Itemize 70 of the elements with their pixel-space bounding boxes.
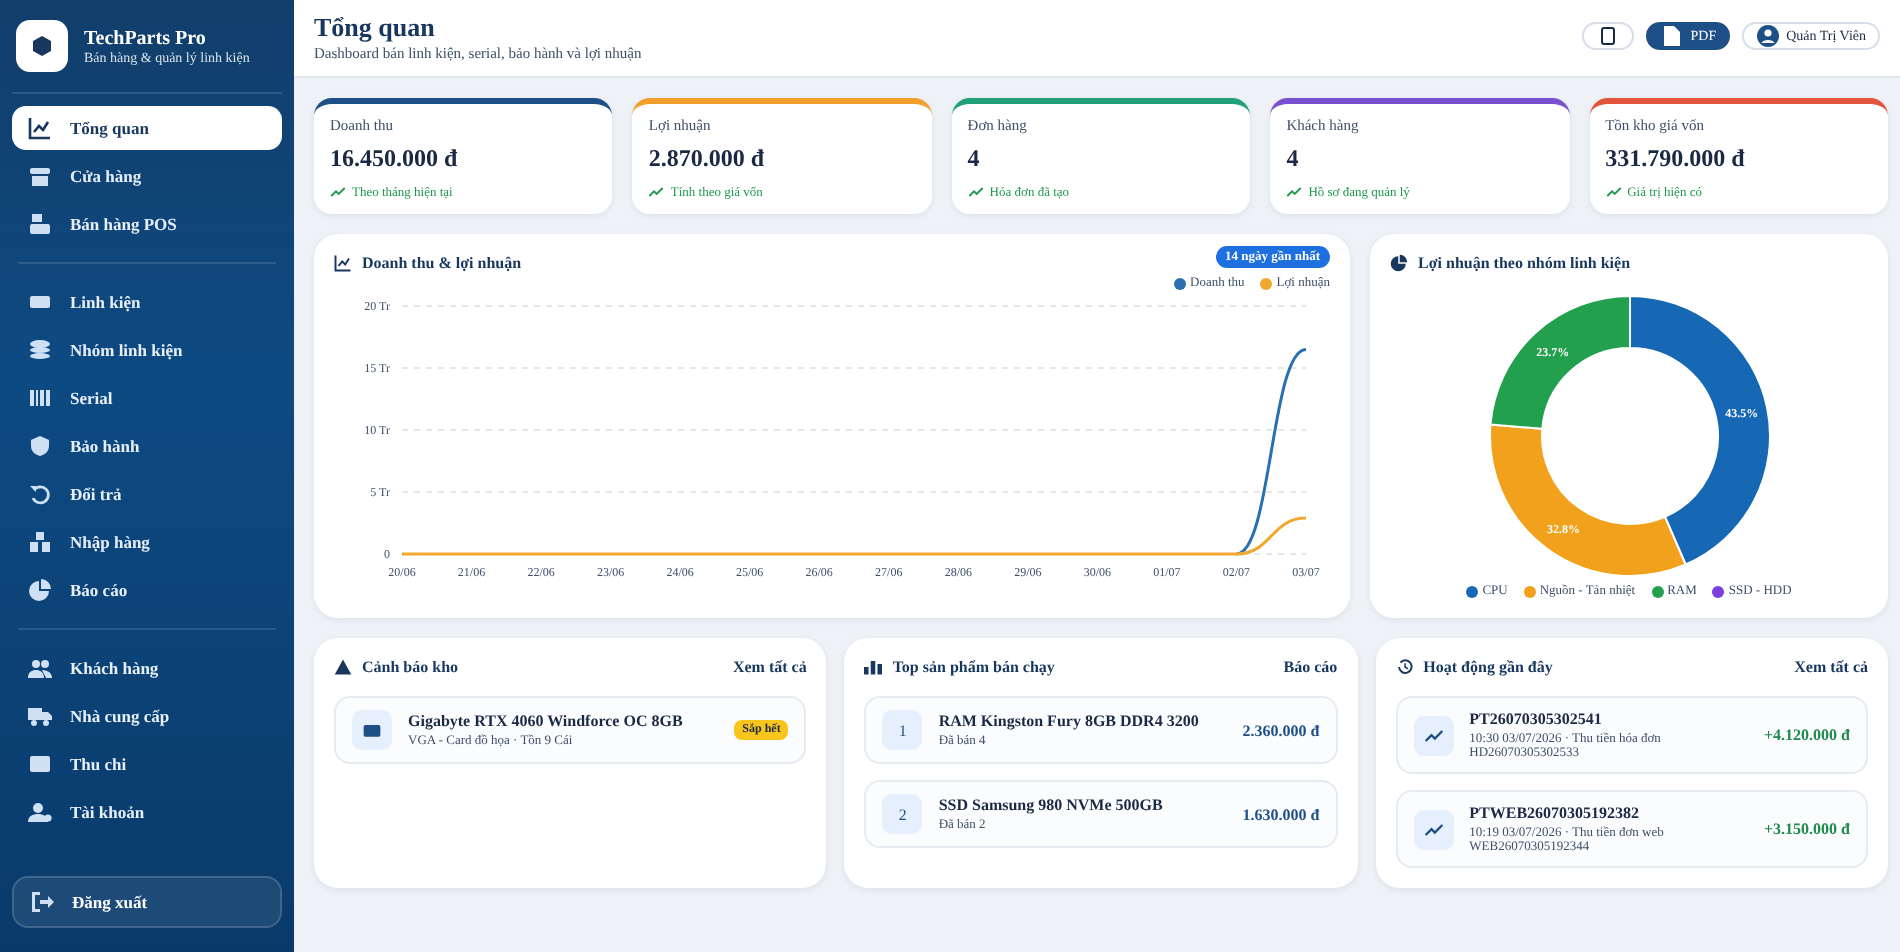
nav-item[interactable]: Khách hàng	[12, 646, 282, 690]
boxes-icon	[28, 530, 52, 554]
trend-icon	[648, 184, 665, 200]
trend-icon	[330, 184, 346, 200]
amount: +3.150.000 đ	[1763, 820, 1850, 838]
document-icon	[1660, 24, 1685, 48]
card-title: Lợi nhuận theo nhóm linh kiện	[1418, 254, 1631, 272]
brand-name: TechParts Pro	[84, 27, 208, 49]
product-name: Gigabyte RTX 4060 Windforce OC 8GB	[408, 712, 685, 730]
nav-item[interactable]: Tài khoản	[12, 790, 282, 834]
amount: 2.360.000 đ	[1242, 721, 1320, 739]
card-title: Hoạt động gần đây	[1423, 658, 1553, 676]
card-title: Doanh thu & lợi nhuận	[362, 254, 522, 272]
layers-icon	[28, 338, 52, 362]
trend-icon	[1423, 819, 1444, 839]
card-title: Cảnh báo kho	[362, 658, 459, 676]
nav-item[interactable]: Nhập hàng	[12, 520, 282, 564]
card-link[interactable]: Xem tất cả	[732, 658, 807, 676]
users-icon	[28, 656, 52, 680]
undo-icon	[28, 482, 52, 506]
line-chart-icon	[334, 254, 352, 272]
barcode-icon	[28, 386, 52, 410]
card-link[interactable]: Báo cáo	[1283, 658, 1338, 676]
nav-item[interactable]: Nhóm linh kiện	[12, 328, 282, 372]
stat-value: 331.790.000 đ	[1605, 144, 1747, 174]
logout-button[interactable]: Đăng xuất	[12, 876, 282, 928]
rank-number: 1	[882, 710, 923, 750]
trend-icon	[967, 184, 984, 200]
nav-item[interactable]: Nhà cung cấp	[12, 694, 282, 738]
store-icon	[28, 164, 52, 188]
product-name: SSD Samsung 980 NVMe 500GB	[938, 796, 1165, 814]
product-name: RAM Kingston Fury 8GB DDR4 3200	[938, 712, 1201, 730]
stat-value: 4	[1286, 144, 1301, 174]
stat-value: 16.450.000 đ	[330, 144, 460, 174]
bar-chart-icon	[864, 658, 883, 676]
amount: +4.120.000 đ	[1763, 726, 1850, 744]
nav-item[interactable]: Đổi trả	[12, 472, 282, 516]
logout-icon	[30, 890, 54, 914]
pie-chart-icon	[28, 578, 52, 602]
nav-item[interactable]: Bảo hành	[12, 424, 282, 468]
warning-icon	[334, 658, 352, 676]
nav-item[interactable]: Thu chi	[12, 742, 282, 786]
nav-item[interactable]: Báo cáo	[12, 568, 282, 612]
nav-item[interactable]: Linh kiện	[12, 280, 282, 324]
rank-number: 2	[882, 794, 923, 834]
user-icon	[28, 800, 52, 824]
page-title: Tổng quan	[314, 11, 437, 43]
card-title: Top sản phẩm bán chạy	[892, 658, 1055, 676]
icon-button[interactable]	[1582, 22, 1635, 50]
trend-icon	[1423, 725, 1444, 745]
history-icon	[1395, 658, 1414, 676]
nav-item[interactable]: Cửa hàng	[12, 154, 282, 198]
card-link[interactable]: Xem tất cả	[1794, 658, 1868, 676]
amount: 1.630.000 đ	[1242, 805, 1320, 823]
stat-value: 2.870.000 đ	[648, 144, 767, 174]
transaction-code: PT26070305302541	[1469, 710, 1604, 728]
user-icon	[1756, 24, 1781, 48]
line-chart-icon	[28, 116, 52, 140]
stat-value: 4	[967, 144, 982, 174]
shield-icon	[28, 434, 52, 458]
truck-icon	[28, 704, 52, 728]
nav-item[interactable]: Bán hàng POS	[12, 202, 282, 246]
transaction-code: PTWEB26070305192382	[1469, 804, 1642, 822]
square-icon	[1596, 24, 1621, 48]
trend-icon	[1605, 184, 1622, 200]
trend-icon	[1286, 184, 1303, 200]
nav-item[interactable]: Serial	[12, 376, 282, 420]
pie-chart-icon	[1390, 254, 1408, 272]
cube-logo-icon	[16, 20, 68, 72]
nav-item[interactable]: Tổng quan	[12, 106, 282, 150]
